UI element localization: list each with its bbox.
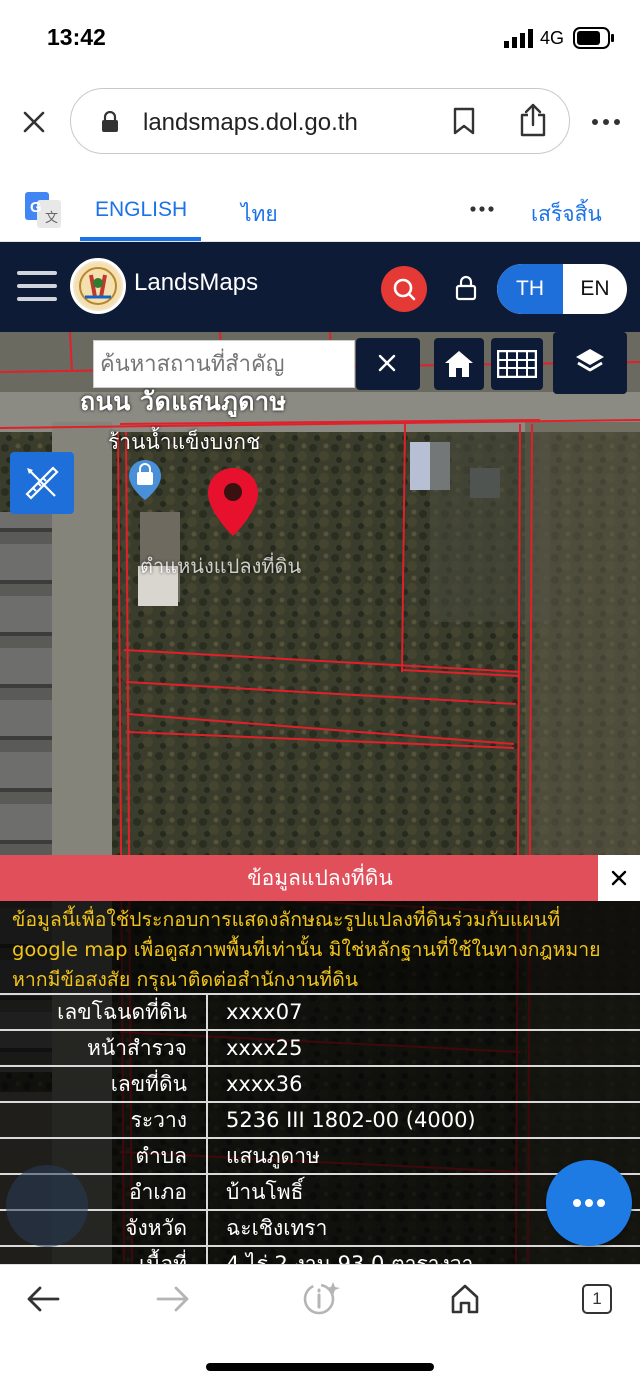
info-row-label: เนื้อที่ xyxy=(139,1252,187,1264)
language-toggle: TH EN xyxy=(497,264,627,314)
info-row-value: xxxx07 xyxy=(226,1000,303,1024)
clear-search-button[interactable] xyxy=(356,338,420,390)
address-bar[interactable]: landsmaps.dol.go.th xyxy=(70,88,570,154)
info-row: เลขที่ดิน xxxx36 xyxy=(0,1065,640,1101)
back-arrow-icon[interactable] xyxy=(26,1285,60,1313)
column-divider xyxy=(206,1103,208,1137)
column-divider xyxy=(206,1031,208,1065)
status-time: 13:42 xyxy=(47,24,106,50)
tab-english[interactable]: ENGLISH xyxy=(95,198,187,222)
home-view-button[interactable] xyxy=(434,338,484,390)
search-icon xyxy=(393,278,416,301)
info-row: จังหวัด ฉะเชิงเทรา xyxy=(0,1209,640,1245)
column-divider xyxy=(206,1139,208,1173)
layers-button[interactable] xyxy=(553,332,627,394)
info-row-label: ตำบล xyxy=(135,1144,187,1168)
column-divider xyxy=(206,1211,208,1245)
tab-thai[interactable]: ไทย xyxy=(241,198,278,231)
grid-toggle-button[interactable] xyxy=(491,338,543,390)
info-row-value: บ้านโพธิ์ xyxy=(226,1180,304,1204)
info-row: เนื้อที่ 4 ไร่ 2 งาน 93.0 ตารางวา xyxy=(0,1245,640,1264)
status-bar: 13:42 4G xyxy=(0,0,640,74)
info-row-value: 5236 III 1802-00 (4000) xyxy=(226,1108,476,1132)
shop-label: ร้านน้ำแข็งบงกช xyxy=(108,430,261,454)
shopping-poi-icon[interactable] xyxy=(127,458,163,502)
info-row: เลขโฉนดที่ดิน xxxx07 xyxy=(0,993,640,1029)
done-button[interactable]: เสร็จสิ้น xyxy=(531,198,602,231)
land-info-header: ข้อมูลแปลงที่ดิน xyxy=(0,855,640,901)
more-actions-button[interactable] xyxy=(546,1160,632,1246)
battery-icon xyxy=(573,27,614,49)
tab-switcher-button[interactable]: 1 xyxy=(582,1284,612,1314)
close-icon[interactable] xyxy=(22,110,46,134)
lock-icon xyxy=(102,111,118,132)
menu-icon[interactable] xyxy=(17,270,57,302)
app-title: LandsMaps xyxy=(134,269,259,296)
parcel-location-label: ตำแหน่งแปลงที่ดิน xyxy=(140,554,302,578)
info-row: ระวาง 5236 III 1802-00 (4000) xyxy=(0,1101,640,1137)
bookmark-icon[interactable] xyxy=(453,107,475,135)
info-row: ตำบล แสนภูดาษ xyxy=(0,1137,640,1173)
ruler-pencil-icon xyxy=(25,466,59,500)
browser-toolbar: landsmaps.dol.go.th xyxy=(0,74,640,174)
info-row: หน้าสำรวจ xxxx25 xyxy=(0,1029,640,1065)
info-row-value: xxxx25 xyxy=(226,1036,303,1060)
home-indicator xyxy=(206,1363,434,1371)
column-divider xyxy=(206,1067,208,1101)
network-type: 4G xyxy=(540,28,565,48)
disclaimer-text: ข้อมูลนี้เพื่อใช้ประกอบการแสดงลักษณะรูปแ… xyxy=(12,908,601,991)
svg-text:文: 文 xyxy=(45,211,58,226)
column-divider xyxy=(206,1247,208,1264)
svg-text:G: G xyxy=(30,199,42,216)
info-row-value: 4 ไร่ 2 งาน 93.0 ตารางวา xyxy=(226,1252,474,1264)
place-search-input[interactable] xyxy=(94,341,354,387)
lock-icon[interactable] xyxy=(455,275,477,301)
signal-icon xyxy=(504,29,533,48)
info-row-label: ระวาง xyxy=(130,1108,187,1132)
close-icon xyxy=(378,354,396,372)
google-translate-icon: G 文 xyxy=(25,192,61,228)
lang-en-option[interactable]: EN xyxy=(563,264,627,314)
info-row-label: เลขที่ดิน xyxy=(110,1072,187,1096)
more-icon[interactable] xyxy=(591,118,621,126)
column-divider xyxy=(206,995,208,1029)
department-logo xyxy=(70,258,126,314)
close-icon xyxy=(611,870,627,886)
info-row-value: แสนภูดาษ xyxy=(226,1144,320,1168)
info-row-value: ฉะเชิงเทรา xyxy=(226,1216,328,1240)
info-icon[interactable] xyxy=(6,1165,88,1247)
close-panel-button[interactable] xyxy=(598,855,640,901)
lang-th-option[interactable]: TH xyxy=(497,264,563,314)
grid-icon xyxy=(497,350,537,378)
forward-arrow-icon[interactable] xyxy=(156,1285,190,1313)
info-row-label: หน้าสำรวจ xyxy=(87,1036,187,1060)
location-pin-icon[interactable] xyxy=(206,466,260,538)
place-search-box[interactable] xyxy=(93,340,355,388)
home-icon[interactable] xyxy=(449,1283,481,1315)
disclaimer-notice: ข้อมูลนี้เพื่อใช้ประกอบการแสดงลักษณะรูปแ… xyxy=(0,901,640,993)
tab-count: 1 xyxy=(592,1289,602,1308)
active-tab-indicator xyxy=(80,237,201,241)
house-icon xyxy=(445,351,473,377)
layers-icon xyxy=(576,349,604,372)
info-row: อำเภอ บ้านโพธิ์ xyxy=(0,1173,640,1209)
app-header: LandsMaps TH EN xyxy=(0,242,640,332)
measure-tool-button[interactable] xyxy=(10,452,74,514)
share-icon[interactable] xyxy=(519,103,547,137)
info-row-value: xxxx36 xyxy=(226,1072,303,1096)
road-label: ถนน วัดแสนภูดาษ xyxy=(80,387,287,416)
info-row-label: เลขโฉนดที่ดิน xyxy=(57,1000,187,1024)
url-text: landsmaps.dol.go.th xyxy=(143,109,358,136)
land-info-title: ข้อมูลแปลงที่ดิน xyxy=(247,866,393,890)
translate-bar: G 文 ENGLISH ไทย เสร็จสิ้น xyxy=(0,174,640,242)
more-icon[interactable] xyxy=(470,206,494,212)
search-button[interactable] xyxy=(381,266,427,312)
page-insights-icon[interactable] xyxy=(302,1279,340,1317)
browser-bottom-bar: 1 xyxy=(0,1264,640,1384)
column-divider xyxy=(206,1175,208,1209)
